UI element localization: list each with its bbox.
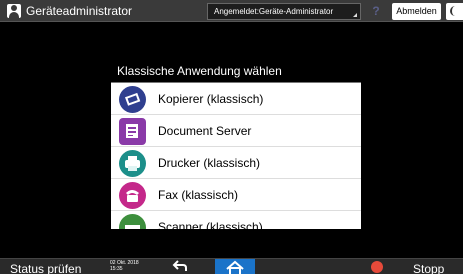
bottom-bar: Status prüfen 02 Okt. 2018 15:35 Stopp <box>0 258 463 274</box>
scanner-icon <box>119 214 146 229</box>
back-arrow-icon <box>172 260 187 271</box>
classic-app-dialog: Klassische Anwendung wählen Kopierer (kl… <box>111 59 361 229</box>
printer-icon <box>119 150 146 177</box>
document-server-icon <box>119 118 146 145</box>
dialog-title: Klassische Anwendung wählen <box>111 59 361 83</box>
corner-indicator-icon <box>353 13 357 17</box>
copier-icon <box>119 86 146 113</box>
list-item-label: Scanner (klassisch) <box>158 220 263 229</box>
time-label: 15:35 <box>110 266 123 272</box>
page-title: Geräteadministrator <box>26 4 133 18</box>
list-item-label: Drucker (klassisch) <box>158 156 261 170</box>
help-button[interactable]: ? <box>365 3 387 20</box>
logout-button[interactable]: Abmelden <box>392 3 441 20</box>
user-icon <box>7 4 21 18</box>
back-button[interactable] <box>172 259 188 273</box>
fax-icon <box>119 182 146 209</box>
list-item-label: Document Server <box>158 124 252 138</box>
stop-icon[interactable] <box>371 261 383 273</box>
home-button[interactable] <box>215 259 255 274</box>
list-item-printer[interactable]: Drucker (klassisch) <box>111 147 361 179</box>
list-item-fax[interactable]: Fax (klassisch) <box>111 179 361 211</box>
list-item-scanner[interactable]: Scanner (klassisch) <box>111 211 361 229</box>
list-item-label: Fax (klassisch) <box>158 188 239 202</box>
logged-in-field[interactable]: Angemeldet:Geräte-Administrator <box>207 3 361 20</box>
stop-button[interactable]: Stopp <box>413 261 444 274</box>
list-item-copier[interactable]: Kopierer (klassisch) <box>111 83 361 115</box>
home-icon <box>226 260 244 274</box>
energy-saver-button[interactable] <box>446 3 463 20</box>
list-item-label: Kopierer (klassisch) <box>158 92 264 106</box>
status-check-button[interactable]: Status prüfen <box>10 261 81 274</box>
logged-in-label: Angemeldet:Geräte-Administrator <box>214 7 334 16</box>
list-item-document-server[interactable]: Document Server <box>111 115 361 147</box>
moon-icon <box>450 6 460 16</box>
date-time: 02 Okt. 2018 15:35 <box>110 260 139 272</box>
top-bar: Geräteadministrator Angemeldet:Geräte-Ad… <box>0 0 463 22</box>
